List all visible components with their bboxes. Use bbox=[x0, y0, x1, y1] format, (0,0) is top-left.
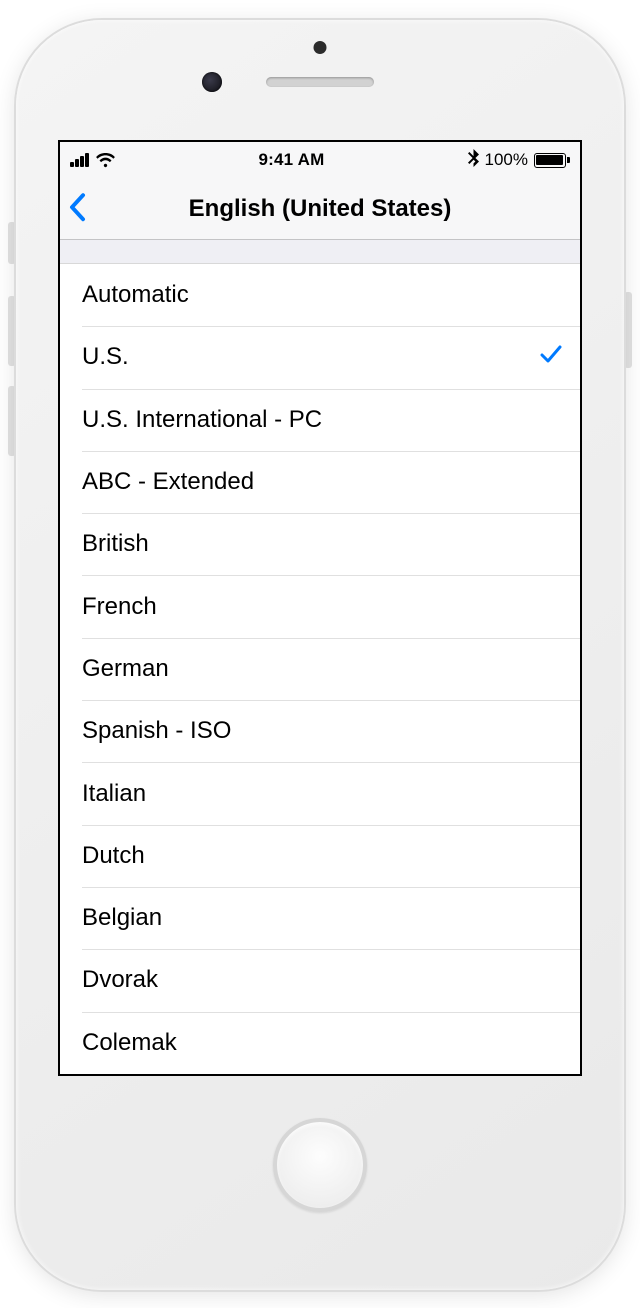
keyboard-layout-row[interactable]: ABC - Extended bbox=[60, 451, 580, 513]
power-button[interactable] bbox=[624, 292, 632, 368]
volume-up-button[interactable] bbox=[8, 296, 16, 366]
keyboard-layout-label: Dvorak bbox=[82, 966, 158, 994]
keyboard-layout-row[interactable]: Dutch bbox=[60, 825, 580, 887]
bluetooth-icon bbox=[468, 149, 479, 172]
keyboard-layout-label: U.S. bbox=[82, 343, 129, 371]
section-gap bbox=[60, 240, 580, 264]
nav-bar: English (United States) bbox=[60, 178, 580, 240]
keyboard-layout-label: ABC - Extended bbox=[82, 468, 254, 496]
keyboard-layout-row[interactable]: French bbox=[60, 575, 580, 637]
device-top-strip bbox=[40, 50, 600, 114]
mute-switch[interactable] bbox=[8, 222, 16, 264]
device-frame: 9:41 AM 100% English (United States) bbox=[16, 20, 624, 1290]
cellular-signal-icon bbox=[70, 153, 89, 167]
keyboard-layout-row[interactable]: Belgian bbox=[60, 887, 580, 949]
keyboard-layout-label: French bbox=[82, 593, 157, 621]
keyboard-layout-label: Belgian bbox=[82, 904, 162, 932]
keyboard-layout-row[interactable]: British bbox=[60, 513, 580, 575]
keyboard-layout-list: Automatic U.S. U.S. International - PC ABC … bbox=[60, 264, 580, 1074]
proximity-sensor-icon bbox=[314, 41, 327, 54]
status-bar: 9:41 AM 100% bbox=[60, 142, 580, 178]
keyboard-layout-row[interactable]: Automatic bbox=[60, 264, 580, 326]
home-button[interactable] bbox=[273, 1118, 367, 1212]
chevron-left-icon bbox=[68, 192, 86, 222]
back-button[interactable] bbox=[68, 192, 86, 222]
status-time: 9:41 AM bbox=[259, 150, 325, 170]
keyboard-layout-label: Colemak bbox=[82, 1029, 177, 1057]
keyboard-layout-row[interactable]: U.S. bbox=[60, 326, 580, 388]
wifi-icon bbox=[95, 153, 116, 168]
keyboard-layout-label: Spanish - ISO bbox=[82, 717, 231, 745]
keyboard-layout-row[interactable]: U.S. International - PC bbox=[60, 389, 580, 451]
keyboard-layout-row[interactable]: Colemak bbox=[60, 1012, 580, 1074]
battery-percentage: 100% bbox=[485, 150, 528, 170]
keyboard-layout-label: Automatic bbox=[82, 281, 189, 309]
keyboard-layout-row[interactable]: Italian bbox=[60, 762, 580, 824]
front-camera-icon bbox=[202, 72, 222, 92]
keyboard-layout-label: Italian bbox=[82, 780, 146, 808]
battery-icon bbox=[534, 153, 570, 168]
screen: 9:41 AM 100% English (United States) bbox=[58, 140, 582, 1076]
keyboard-layout-row[interactable]: Dvorak bbox=[60, 949, 580, 1011]
keyboard-layout-label: German bbox=[82, 655, 169, 683]
volume-down-button[interactable] bbox=[8, 386, 16, 456]
keyboard-layout-label: Dutch bbox=[82, 842, 145, 870]
keyboard-layout-row[interactable]: Spanish - ISO bbox=[60, 700, 580, 762]
keyboard-layout-row[interactable]: German bbox=[60, 638, 580, 700]
page-title: English (United States) bbox=[60, 195, 580, 223]
checkmark-icon bbox=[540, 343, 562, 371]
keyboard-layout-label: British bbox=[82, 530, 149, 558]
keyboard-layout-label: U.S. International - PC bbox=[82, 406, 322, 434]
speaker-grille-icon bbox=[266, 77, 374, 87]
